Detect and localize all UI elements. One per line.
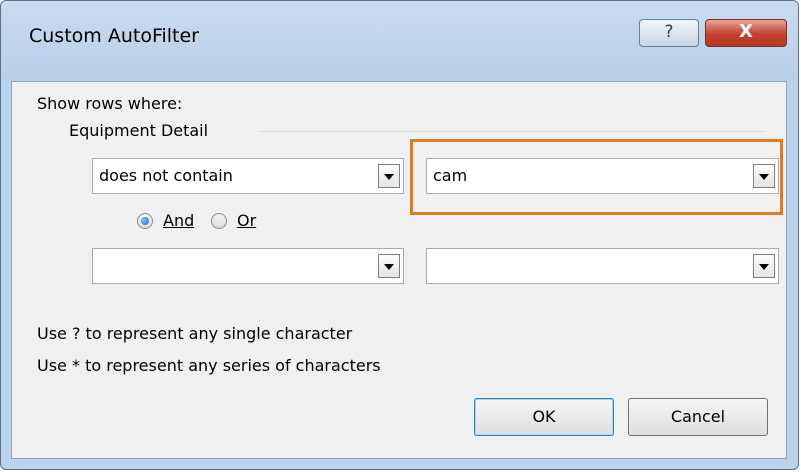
or-label[interactable]: Or (237, 211, 256, 230)
hint-series-chars: Use * to represent any series of charact… (37, 356, 381, 375)
field-name-label: Equipment Detail (69, 121, 209, 140)
chevron-down-icon (759, 264, 769, 270)
or-label-text: Or (237, 211, 257, 230)
hint-single-char: Use ? to represent any single character (37, 324, 353, 343)
ok-button[interactable]: OK (474, 398, 614, 436)
and-label-text: And (163, 211, 195, 230)
cancel-button[interactable]: Cancel (628, 398, 768, 436)
and-label[interactable]: And (163, 211, 194, 230)
dialog-body: Show rows where: Equipment Detail does n… (11, 81, 787, 459)
group-divider (260, 131, 764, 132)
help-button[interactable]: ? (639, 19, 699, 47)
close-button[interactable]: X (705, 19, 787, 47)
chevron-down-icon (759, 174, 769, 180)
value2-dropdown-button[interactable] (753, 254, 775, 278)
title-bar: Custom AutoFilter ? X (1, 1, 798, 81)
close-icon: X (739, 21, 753, 42)
chevron-down-icon (384, 174, 394, 180)
operator1-value: does not contain (99, 166, 233, 185)
value2-combo[interactable] (426, 248, 779, 284)
operator2-select[interactable] (92, 248, 404, 284)
value1-dropdown-button[interactable] (753, 164, 775, 188)
and-radio[interactable] (137, 213, 153, 229)
custom-autofilter-dialog: Custom AutoFilter ? X Show rows where: E… (0, 0, 799, 470)
operator1-select[interactable]: does not contain (92, 158, 404, 194)
operator2-dropdown-button[interactable] (378, 254, 400, 278)
show-rows-label: Show rows where: (37, 94, 183, 113)
help-icon: ? (664, 22, 674, 42)
radio-selected-dot (141, 217, 149, 225)
dialog-title: Custom AutoFilter (29, 25, 199, 47)
or-radio[interactable] (211, 213, 227, 229)
value1-combo[interactable]: cam (426, 158, 779, 194)
chevron-down-icon (384, 264, 394, 270)
value1-text: cam (433, 166, 468, 185)
operator1-dropdown-button[interactable] (378, 164, 400, 188)
